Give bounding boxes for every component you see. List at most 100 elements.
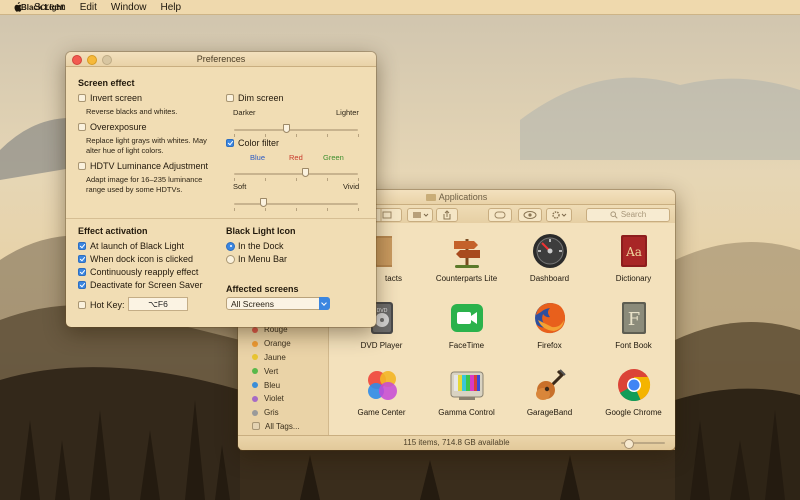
app-garageband[interactable]: GarageBand (507, 367, 592, 417)
hdtv-description-line2: range used by some HDTVs. (86, 184, 183, 194)
preferences-titlebar[interactable]: Preferences (66, 52, 376, 67)
checkbox-box (78, 123, 86, 131)
sidebar-tag-vert[interactable]: Vert (238, 364, 328, 378)
overexposure-description-line1: Replace light grays with whites. May (86, 136, 207, 145)
contacts-icon (374, 233, 392, 269)
guitar-icon (532, 367, 568, 403)
in-menu-bar-radio[interactable]: In Menu Bar (226, 254, 287, 264)
dim-screen-checkbox[interactable]: Dim screen (226, 93, 284, 103)
app-label: DVD Player (360, 341, 403, 350)
firefox-icon (532, 300, 568, 336)
app-label: Font Book (615, 341, 652, 350)
finder-status-text: 115 items, 714.8 GB available (403, 438, 510, 447)
icon-size-slider-knob[interactable] (624, 439, 634, 449)
app-font-book[interactable]: F Font Book (591, 300, 675, 350)
intensity-slider-ticks (234, 208, 359, 211)
hue-red-label: Red (289, 153, 303, 162)
checkbox-label: Hot Key: (90, 300, 125, 310)
intensity-slider-knob[interactable] (260, 198, 268, 207)
sidebar-all-tags[interactable]: All Tags... (238, 420, 328, 434)
app-label: Google Chrome (605, 408, 662, 417)
font-book-icon: F (616, 300, 652, 336)
at-launch-checkbox[interactable]: At launch of Black Light (78, 241, 184, 251)
hot-key-field[interactable]: ⌥F6 (128, 297, 188, 311)
dashboard-gauge-icon (532, 233, 568, 269)
screen-saver-checkbox[interactable]: Deactivate for Screen Saver (78, 280, 203, 290)
app-facetime[interactable]: FaceTime (424, 300, 509, 350)
gamma-tv-icon (449, 367, 485, 403)
screen-effect-heading: Screen effect (78, 78, 135, 88)
menu-app-name[interactable]: Black Light (0, 3, 85, 12)
zoom-button[interactable] (102, 55, 112, 65)
app-dashboard[interactable]: Dashboard (507, 233, 592, 283)
app-gamma-control[interactable]: Gamma Control (424, 367, 509, 417)
hue-slider-track[interactable] (234, 173, 358, 175)
svg-text:Aa: Aa (625, 245, 642, 259)
tag-color-dot (252, 340, 258, 347)
app-label: Firefox (537, 341, 562, 350)
hue-slider-knob[interactable] (302, 168, 310, 177)
search-field[interactable]: Search (586, 208, 670, 222)
menu-window[interactable]: Window (111, 2, 147, 13)
tag-label: Orange (264, 339, 291, 349)
app-label: GarageBand (526, 408, 573, 417)
tag-label: Vert (264, 366, 279, 376)
tag-color-dot (252, 326, 258, 333)
checkbox-box (226, 94, 234, 102)
share-button[interactable] (436, 208, 458, 222)
checkbox-label: Continuously reapply effect (90, 267, 199, 277)
menu-help[interactable]: Help (161, 2, 182, 13)
reapply-checkbox[interactable]: Continuously reapply effect (78, 267, 198, 277)
checkbox-box-checked (78, 255, 86, 263)
checkbox-label: Deactivate for Screen Saver (90, 280, 203, 290)
hot-key-checkbox[interactable]: Hot Key: (78, 300, 125, 310)
checkbox-label: Invert screen (90, 93, 143, 103)
tag-label: Gris (264, 408, 279, 418)
tag-color-dot (252, 368, 258, 375)
app-counterparts-lite[interactable]: Counterparts Lite (424, 233, 509, 283)
hdtv-description-line1: Adapt image for 16–235 luminance (86, 175, 203, 184)
checkbox-box-checked (78, 242, 86, 250)
dim-darker-label: Darker (233, 108, 256, 117)
tag-color-dot (252, 354, 258, 361)
app-firefox[interactable]: Firefox (507, 300, 592, 350)
chevron-down-icon (319, 297, 330, 310)
sidebar-tag-bleu[interactable]: Bleu (238, 378, 328, 392)
icon-size-slider[interactable] (621, 439, 665, 449)
affected-screens-select[interactable]: All Screens (226, 297, 330, 310)
sidebar-tag-jaune[interactable]: Jaune (238, 351, 328, 365)
radio-unselected (226, 254, 235, 264)
hdtv-luminance-checkbox[interactable]: HDTV Luminance Adjustment (78, 161, 208, 171)
arrange-button[interactable] (407, 208, 433, 222)
app-google-chrome[interactable]: Google Chrome (591, 367, 675, 417)
in-the-dock-radio[interactable]: In the Dock (226, 241, 284, 251)
sidebar-tag-gris[interactable]: Gris (238, 406, 328, 420)
sidebar-tag-violet[interactable]: Violet (238, 392, 328, 406)
overexposure-checkbox[interactable]: Overexposure (78, 122, 147, 132)
effect-activation-heading: Effect activation (78, 226, 148, 236)
radio-label: In Menu Bar (238, 254, 288, 264)
minimize-button[interactable] (87, 55, 97, 65)
tag-button[interactable] (488, 208, 512, 222)
dock-click-checkbox[interactable]: When dock icon is clicked (78, 254, 193, 264)
dim-slider-track[interactable] (234, 129, 358, 131)
action-gear-button[interactable] (546, 208, 572, 222)
quick-look-button[interactable] (518, 208, 542, 222)
all-tags-icon (252, 422, 260, 431)
folder-icon (425, 193, 436, 201)
preferences-window: Preferences Screen effect Invert screen … (66, 52, 376, 327)
dim-slider-knob[interactable] (282, 124, 290, 133)
select-value: All Screens (231, 299, 274, 309)
svg-text:DVD: DVD (376, 308, 387, 314)
hue-green-label: Green (323, 153, 344, 162)
sidebar-tag-orange[interactable]: Orange (238, 337, 328, 351)
signpost-icon (449, 233, 485, 269)
intensity-slider-track[interactable] (234, 203, 358, 205)
app-label: Gamma Control (438, 408, 495, 417)
search-placeholder: Search (620, 210, 647, 219)
invert-screen-checkbox[interactable]: Invert screen (78, 93, 142, 103)
app-dictionary[interactable]: Aa Dictionary (591, 233, 675, 283)
color-filter-checkbox[interactable]: Color filter (226, 138, 279, 148)
app-game-center[interactable]: Game Center (339, 367, 424, 417)
close-button[interactable] (72, 55, 82, 65)
